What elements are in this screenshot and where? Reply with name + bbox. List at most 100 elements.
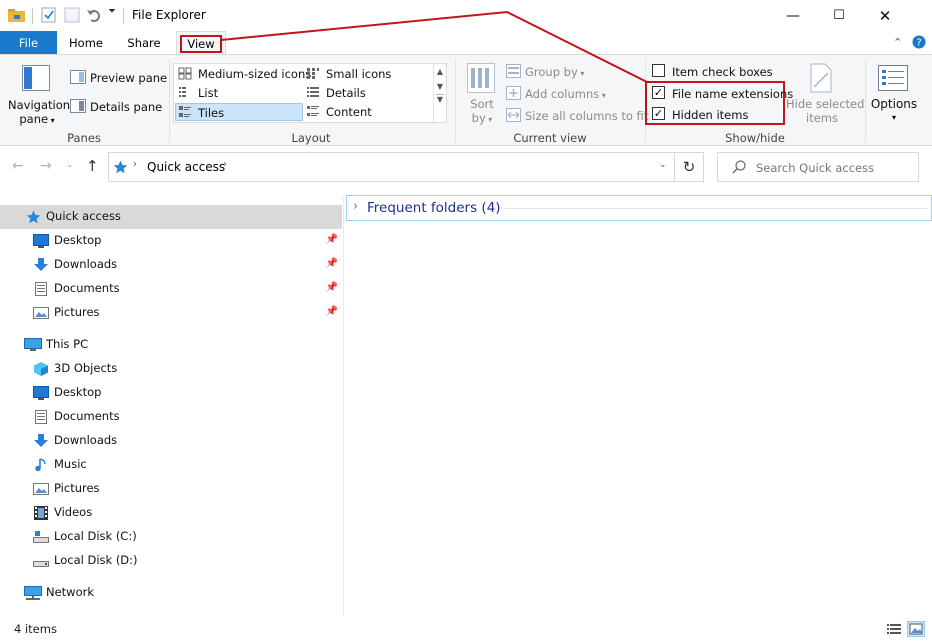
nav-item-local-disk-d[interactable]: Local Disk (D:) (0, 549, 342, 573)
documents-icon (33, 282, 49, 296)
pin-icon[interactable]: 📌 (326, 306, 338, 317)
content-icon (306, 105, 320, 118)
group-label-show-hide: Show/hide (725, 131, 785, 145)
search-icon (732, 160, 746, 174)
drive-icon (33, 530, 49, 544)
recent-locations-icon[interactable]: ⌄ (66, 160, 74, 170)
quick-access-star-icon (26, 210, 42, 224)
search-input[interactable] (756, 159, 914, 176)
documents-icon (33, 410, 49, 424)
nav-item-downloads[interactable]: Downloads 📌 (0, 253, 342, 277)
videos-icon (33, 506, 49, 520)
address-dropdown-icon[interactable]: ⌄ (659, 160, 667, 170)
pin-icon[interactable]: 📌 (326, 282, 338, 293)
nav-item-label: Quick access (46, 209, 121, 223)
pictures-icon (33, 306, 49, 320)
nav-item-label: Videos (54, 505, 93, 519)
size-all-columns-label: Size all columns to fit (525, 109, 649, 123)
tiles-label: Tiles (198, 106, 225, 120)
nav-quick-access[interactable]: Quick access (0, 205, 342, 229)
nav-item-label: Local Disk (C:) (54, 529, 137, 543)
details-pane-icon (70, 99, 86, 113)
nav-item-videos[interactable]: Videos (0, 501, 342, 525)
nav-item-local-disk-c[interactable]: Local Disk (C:) (0, 525, 342, 549)
size-all-columns-button[interactable]: Size all columns to fit (506, 107, 649, 125)
content-label: Content (326, 105, 372, 119)
frequent-folders-header: Frequent folders (4) (367, 200, 501, 216)
details-pane-label: Details pane (90, 100, 163, 114)
nav-item-desktop[interactable]: Desktop 📌 (0, 229, 342, 253)
navigation-pane-label-2: pane ▾ (19, 112, 55, 126)
item-count: 4 items (14, 622, 57, 636)
desktop-icon (33, 234, 49, 248)
nav-item-desktop[interactable]: Desktop (0, 381, 342, 405)
options-dropdown-icon: ▾ (891, 113, 896, 122)
breadcrumb-chevron-icon[interactable]: › (223, 159, 227, 170)
quick-access-star-icon (113, 160, 128, 174)
refresh-button[interactable]: ↻ (675, 152, 704, 182)
nav-item-label: Documents (54, 281, 120, 295)
nav-item-label: Desktop (54, 233, 102, 247)
nav-item-label: Desktop (54, 385, 102, 399)
nav-item-music[interactable]: Music (0, 453, 342, 477)
details-pane-button[interactable]: Details pane (70, 98, 166, 116)
3d-objects-icon (33, 362, 49, 376)
nav-item-label: Pictures (54, 305, 100, 319)
status-bar: 4 items (0, 617, 932, 641)
nav-item-label: Pictures (54, 481, 100, 495)
size-columns-icon (506, 108, 521, 122)
computer-icon (24, 338, 42, 352)
address-bar[interactable]: › Quick access › ⌄ (108, 152, 675, 182)
nav-item-label: Downloads (54, 433, 118, 447)
nav-item-label: This PC (46, 337, 89, 351)
forward-button[interactable]: → (40, 158, 52, 174)
group-label-current-view: Current view (513, 131, 587, 145)
frequent-folders-group[interactable]: › Frequent folders (4) (346, 195, 932, 221)
expand-chevron-icon[interactable]: › (353, 199, 358, 214)
details-view-icon[interactable] (886, 622, 902, 636)
hidden-items-label: Hidden items (672, 108, 749, 122)
breadcrumb-location[interactable]: Quick access (147, 160, 225, 174)
nav-item-pictures[interactable]: Pictures (0, 477, 342, 501)
nav-item-3d-objects[interactable]: 3D Objects (0, 357, 342, 381)
sort-label-2: by ▾ (471, 111, 493, 125)
nav-item-label: Downloads (54, 257, 118, 271)
hide-selected-label-2: items (806, 111, 838, 125)
nav-item-label: 3D Objects (54, 361, 118, 375)
tiles-icon (178, 105, 192, 119)
breadcrumb-chevron-icon[interactable]: › (133, 159, 137, 170)
group-label-panes: Panes (67, 131, 101, 145)
nav-item-pictures[interactable]: Pictures 📌 (0, 301, 342, 325)
drive-icon (33, 554, 49, 568)
nav-item-documents[interactable]: Documents (0, 405, 342, 429)
up-button[interactable]: ↑ (86, 157, 99, 175)
nav-item-label: Music (54, 457, 87, 471)
annotation-connector-line (220, 10, 648, 83)
pictures-icon (33, 482, 49, 496)
nav-item-label: Local Disk (D:) (54, 553, 138, 567)
nav-this-pc[interactable]: This PC (0, 333, 342, 357)
group-label-layout: Layout (291, 131, 331, 145)
music-icon (33, 458, 49, 472)
nav-item-label: Network (46, 585, 95, 599)
nav-item-documents[interactable]: Documents 📌 (0, 277, 342, 301)
downloads-icon (33, 258, 49, 272)
desktop-icon (33, 386, 49, 400)
group-divider (505, 208, 927, 209)
network-icon (24, 586, 42, 600)
layout-tiles[interactable]: Tiles (175, 103, 303, 121)
pin-icon[interactable]: 📌 (326, 258, 338, 269)
navigation-pane-label: Navigation (8, 98, 71, 112)
downloads-icon (33, 434, 49, 448)
hidden-items-checkbox[interactable]: ✓ (652, 107, 665, 120)
nav-item-label: Documents (54, 409, 120, 423)
nav-network[interactable]: Network (0, 581, 342, 605)
hidden-items-toggle[interactable]: ✓ Hidden items (650, 106, 784, 124)
back-button[interactable]: ← (12, 158, 24, 174)
pin-icon[interactable]: 📌 (326, 234, 338, 245)
large-icons-view-icon[interactable] (907, 621, 925, 637)
navigation-pane: Quick access Desktop 📌 Downloads 📌 Docum… (0, 196, 344, 616)
search-box[interactable] (717, 152, 919, 182)
layout-content[interactable]: Content (303, 103, 433, 120)
nav-item-downloads[interactable]: Downloads (0, 429, 342, 453)
